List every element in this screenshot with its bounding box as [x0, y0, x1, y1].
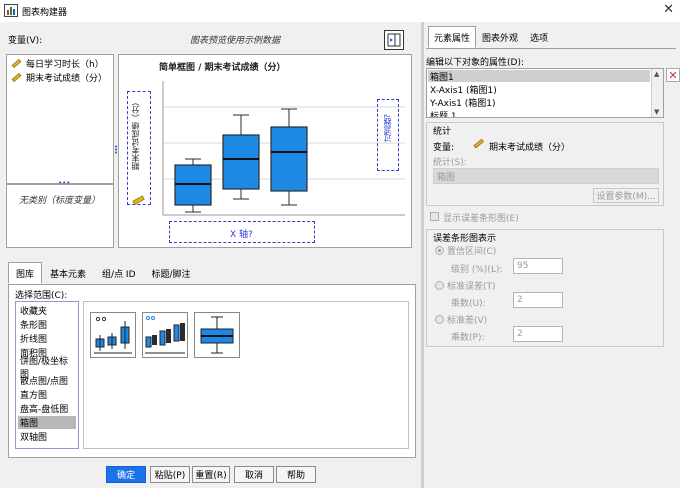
se-radio[interactable]	[435, 281, 444, 290]
se-multiplier-input[interactable]: 2	[513, 292, 563, 308]
variable-item[interactable]: 期末考试成绩（分）	[11, 71, 107, 84]
property-item[interactable]: 箱图1	[428, 70, 650, 83]
sd-multiplier-label: 乘数(P):	[451, 333, 485, 343]
category-list[interactable]: 无类别（标度变量）	[6, 184, 114, 248]
tab-gallery[interactable]: 图库	[8, 262, 43, 284]
property-item[interactable]: Y-Axis1 (箱图1)	[428, 96, 650, 109]
boxplot-preview	[162, 81, 405, 216]
x-axis-drop-label: X 轴?	[230, 230, 253, 240]
property-object-list[interactable]: 箱图1 X-Axis1 (箱图1) Y-Axis1 (箱图1) 标题 1 ▲ ▼	[426, 68, 664, 118]
ci-radio[interactable]	[435, 246, 444, 255]
chart-type-item[interactable]: 散点图/点图	[18, 374, 76, 387]
chart-type-item[interactable]: 直方图	[18, 388, 76, 401]
y-axis-drop-label: 期末考试成绩（分）	[131, 98, 140, 170]
property-item[interactable]: 标题 1	[428, 109, 650, 118]
window-title: 图表构建器	[22, 8, 68, 18]
chart-type-item[interactable]: 双轴图	[18, 430, 76, 443]
show-error-bars-checkbox[interactable]	[430, 212, 439, 221]
one-d-boxplot-icon	[200, 316, 234, 354]
chart-type-item[interactable]: 折线图	[18, 332, 76, 345]
tab-titles-footnotes[interactable]: 标题/脚注	[144, 262, 199, 284]
chart-type-list[interactable]: 收藏夹 条形图 折线图 面积图 饼图/极坐标图 散点图/点图 直方图 盘高-盘低…	[15, 301, 79, 449]
chart-type-item[interactable]: 收藏夹	[18, 304, 76, 317]
tab-group-point-id[interactable]: 组/点 ID	[94, 262, 143, 284]
scale-ruler-icon	[11, 59, 22, 68]
box-1	[174, 158, 212, 213]
panel-toggle-icon	[387, 33, 401, 47]
chart-preview[interactable]: 简单框图 / 期末考试成绩（分） 期末考试成绩（分） X 轴? 过滤器?	[118, 54, 412, 248]
variables-label: 变量(V):	[8, 36, 43, 46]
title-bar: 图表构建器 ✕	[0, 0, 680, 22]
property-list-scrollbar[interactable]: ▲ ▼	[651, 69, 663, 117]
variables-list[interactable]: 每日学习时长（h） 期末考试成绩（分）	[6, 54, 114, 184]
scroll-up-icon[interactable]: ▲	[654, 70, 659, 78]
filter-drop-zone[interactable]: 过滤器?	[377, 99, 399, 171]
error-bars-group: 误差条形图表示 置信区间(C) 级别 (%)(L): 95 标准误差(T) 乘数…	[426, 229, 664, 347]
tab-chart-appearance[interactable]: 图表外观	[476, 26, 524, 48]
chart-type-item[interactable]: 条形图	[18, 318, 76, 331]
y-axis-drop-zone[interactable]: 期末考试成绩（分）	[127, 91, 151, 205]
property-item[interactable]: X-Axis1 (箱图1)	[428, 83, 650, 96]
no-category-text: 无类别（标度变量）	[19, 196, 101, 206]
statistics-group: 统计 变量: 期末考试成绩（分） 统计(S): 箱图 设置参数(M)...	[426, 122, 664, 206]
multi-boxplot-icon	[145, 316, 185, 354]
scale-ruler-icon	[11, 73, 22, 82]
tab-basic-elements[interactable]: 基本元素	[42, 262, 94, 284]
sd-radio[interactable]	[435, 315, 444, 324]
tab-options[interactable]: 选项	[524, 26, 554, 48]
ci-label: 置信区间(C)	[447, 247, 497, 257]
tab-element-properties[interactable]: 元素属性	[428, 26, 477, 48]
chart-type-item[interactable]: 盘高-盘低图	[18, 402, 76, 415]
edit-properties-label: 编辑以下对象的属性(D):	[426, 58, 524, 68]
gallery-panel: 选择范围(C): 收藏夹 条形图 折线图 面积图 饼图/极坐标图 散点图/点图 …	[8, 284, 416, 458]
error-bars-group-title: 误差条形图表示	[433, 234, 497, 244]
delete-element-icon[interactable]: ✕	[666, 68, 680, 82]
statistic-select[interactable]: 箱图	[433, 168, 659, 184]
set-parameters-button[interactable]: 设置参数(M)...	[593, 188, 659, 203]
help-button[interactable]: 帮助	[276, 466, 316, 483]
variable-name: 每日学习时长（h）	[26, 60, 104, 70]
chart-thumbnails	[83, 301, 409, 449]
gallery-tabs: 图库 基本元素 组/点 ID 标题/脚注	[8, 262, 199, 284]
cancel-button[interactable]: 取消	[234, 466, 274, 483]
box-2	[222, 114, 260, 200]
variable-label: 变量:	[433, 143, 455, 153]
chart-builder-icon	[4, 4, 18, 17]
se-label: 标准误差(T)	[447, 282, 496, 292]
level-input[interactable]: 95	[513, 258, 563, 274]
show-error-bars-label: 显示误差条形图(E)	[443, 214, 519, 224]
statistics-group-title: 统计	[433, 127, 452, 137]
variable-name: 期末考试成绩（分）	[26, 74, 108, 84]
properties-tabs: 元素属性 图表外观 选项	[428, 26, 554, 48]
se-multiplier-label: 乘数(U):	[451, 299, 486, 309]
close-icon[interactable]: ✕	[663, 2, 674, 17]
tab-divider	[426, 48, 676, 49]
variable-value: 期末考试成绩（分）	[489, 143, 571, 153]
thumb-simple-boxplot[interactable]	[194, 312, 240, 358]
scroll-down-icon[interactable]: ▼	[654, 108, 659, 116]
x-axis-drop-zone[interactable]: X 轴?	[169, 221, 315, 243]
ruler-icon	[132, 195, 145, 205]
thumb-multi-boxplot[interactable]	[142, 312, 188, 358]
box-3	[270, 108, 308, 206]
sd-label: 标准差(V)	[447, 316, 488, 326]
filter-drop-label: 过滤器?	[383, 114, 392, 143]
choose-from-label: 选择范围(C):	[15, 291, 68, 301]
reset-button[interactable]: 重置(R)	[192, 466, 230, 483]
variable-item[interactable]: 每日学习时长（h）	[11, 57, 104, 70]
scale-ruler-icon	[473, 138, 484, 149]
clustered-boxplot-icon	[94, 316, 132, 354]
sd-multiplier-input[interactable]: 2	[513, 326, 563, 342]
chart-type-item[interactable]: 箱图	[18, 416, 76, 429]
panel-splitter[interactable]	[421, 22, 424, 488]
chart-type-item[interactable]: 饼图/极坐标图	[18, 357, 76, 380]
level-label: 级别 (%)(L):	[451, 265, 503, 275]
toggle-preview-button[interactable]	[384, 30, 404, 50]
preview-caption: 图表预览使用示例数据	[190, 36, 281, 46]
statistic-label: 统计(S):	[433, 158, 467, 168]
paste-button[interactable]: 粘贴(P)	[150, 466, 190, 483]
thumb-clustered-boxplot[interactable]	[90, 312, 136, 358]
ok-button[interactable]: 确定	[106, 466, 146, 483]
